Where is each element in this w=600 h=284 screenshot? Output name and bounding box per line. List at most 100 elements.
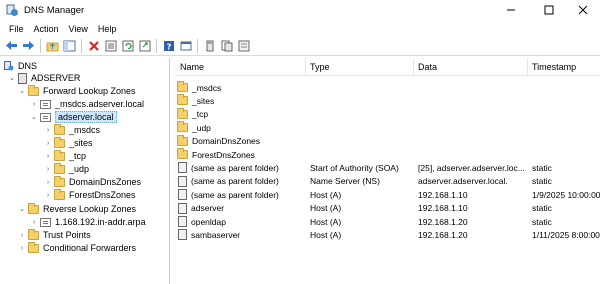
list-item-folder[interactable]: ForestDnsZones xyxy=(176,148,600,161)
tree-item-udp[interactable]: › _udp xyxy=(44,162,89,175)
console-icon[interactable] xyxy=(179,39,193,53)
chevron-right-icon[interactable]: › xyxy=(18,244,26,252)
cell-timestamp xyxy=(532,81,600,94)
tree-item-sites[interactable]: › _sites xyxy=(44,136,93,149)
list-item-folder[interactable]: _udp xyxy=(176,121,600,134)
menu-action[interactable]: Action xyxy=(29,24,64,34)
chevron-right-icon[interactable]: › xyxy=(30,100,38,108)
show-tree-icon[interactable] xyxy=(63,39,77,53)
column-header-timestamp[interactable]: Timestamp xyxy=(528,58,600,76)
chevron-down-icon[interactable]: ⌄ xyxy=(18,87,26,95)
tree-item-msdcs[interactable]: › _msdcs xyxy=(44,123,101,136)
svg-text:?: ? xyxy=(166,42,171,51)
chevron-right-icon[interactable]: › xyxy=(18,231,26,239)
console-tree: DNS ⌄ ADSERVER ⌄ Forward Lookup Zones › … xyxy=(0,58,170,284)
tree-item-server[interactable]: ⌄ ADSERVER xyxy=(8,72,80,84)
chevron-right-icon[interactable]: › xyxy=(44,152,52,160)
column-header-name[interactable]: Name xyxy=(176,58,306,76)
zone-icon xyxy=(40,217,51,227)
tree-label: _msdcs xyxy=(69,125,101,135)
close-button[interactable] xyxy=(566,0,600,20)
column-header-data[interactable]: Data xyxy=(414,58,528,76)
menu-file[interactable]: File xyxy=(4,24,29,34)
chevron-right-icon[interactable]: › xyxy=(30,218,38,226)
tree-item-conditional-forwarders[interactable]: › Conditional Forwarders xyxy=(18,241,137,254)
cell-data: 192.168.1.20 xyxy=(418,228,528,241)
list-item-folder[interactable]: _tcp xyxy=(176,107,600,121)
tree-label: ForestDnsZones xyxy=(69,190,136,200)
export-icon[interactable] xyxy=(138,39,152,53)
table-row[interactable]: adserver Host (A) 192.168.1.10 static xyxy=(176,202,600,215)
tree-label: Conditional Forwarders xyxy=(43,243,137,253)
list-item-folder[interactable]: _msdcs xyxy=(176,81,600,94)
folder-icon xyxy=(54,123,65,135)
chevron-down-icon[interactable]: ⌄ xyxy=(8,74,16,82)
cell-name: DomainDnsZones xyxy=(176,134,306,148)
properties-icon[interactable] xyxy=(104,39,118,53)
menu-view[interactable]: View xyxy=(64,24,93,34)
zone-icon[interactable] xyxy=(220,39,234,53)
chevron-down-icon[interactable]: ⌄ xyxy=(30,113,38,121)
help-icon[interactable]: ? xyxy=(162,39,176,53)
dns-record-icon xyxy=(178,162,187,174)
cell-name-text: _sites xyxy=(192,95,215,106)
cell-type-text: Host (A) xyxy=(310,229,342,240)
record-icon[interactable] xyxy=(237,39,251,53)
delete-icon[interactable] xyxy=(87,39,101,53)
tree-label: Forward Lookup Zones xyxy=(43,86,136,96)
chevron-right-icon[interactable]: › xyxy=(44,178,52,186)
menu-help[interactable]: Help xyxy=(93,24,122,34)
cell-type: Host (A) xyxy=(310,215,414,228)
zone-icon xyxy=(40,112,51,122)
column-header-type[interactable]: Type xyxy=(306,58,414,76)
tree-item-tcp[interactable]: › _tcp xyxy=(44,149,86,162)
cell-timestamp xyxy=(532,135,600,148)
folder-icon xyxy=(54,162,65,174)
folder-icon xyxy=(28,202,39,214)
table-row[interactable]: sambaserver Host (A) 192.168.1.20 1/11/2025… xyxy=(176,228,600,241)
cell-timestamp-text: static xyxy=(532,162,552,173)
tree-label-selected: adserver.local xyxy=(55,111,117,123)
server-icon[interactable] xyxy=(203,39,217,53)
maximize-button[interactable] xyxy=(532,0,566,20)
cell-timestamp-text: 1/9/2025 10:00:00 xyxy=(532,189,600,200)
cell-timestamp-text: static xyxy=(532,216,552,227)
table-row[interactable]: (same as parent folder) Name Server (NS) a… xyxy=(176,175,600,188)
tree-item-forestdnszones[interactable]: › ForestDnsZones xyxy=(44,188,136,201)
tree-item-forward-lookup-zones[interactable]: ⌄ Forward Lookup Zones xyxy=(18,84,136,97)
chevron-right-icon[interactable]: › xyxy=(44,139,52,147)
tree-item-dns[interactable]: DNS xyxy=(4,60,37,72)
chevron-right-icon[interactable]: › xyxy=(44,126,52,134)
folder-icon xyxy=(177,148,188,159)
cell-timestamp: static xyxy=(532,161,600,174)
minimize-button[interactable] xyxy=(494,0,528,20)
table-row[interactable]: (same as parent folder) Host (A) 192.168.1… xyxy=(176,188,600,201)
chevron-right-icon[interactable]: › xyxy=(44,165,52,173)
list-item-folder[interactable]: DomainDnsZones xyxy=(176,134,600,148)
tree-item-reverse-lookup-zones[interactable]: ⌄ Reverse Lookup Zones xyxy=(18,202,136,215)
cell-name-text: adserver xyxy=(191,203,225,214)
tree-item-adserver-zone[interactable]: ⌄ adserver.local xyxy=(30,111,117,123)
cell-type: Host (A) xyxy=(310,188,414,201)
tree-item-msdcs-zone[interactable]: › _msdcs.adserver.local xyxy=(30,98,144,110)
forward-arrow-icon[interactable] xyxy=(22,39,36,53)
cell-data: adserver.adserver.local. xyxy=(418,175,528,188)
back-arrow-icon[interactable] xyxy=(5,39,19,53)
cell-data xyxy=(418,121,528,134)
up-folder-icon[interactable] xyxy=(46,39,60,53)
dns-record-icon xyxy=(178,189,187,201)
cell-timestamp: static xyxy=(532,215,600,228)
tree-item-domaindnszones[interactable]: › DomainDnsZones xyxy=(44,175,141,188)
chevron-down-icon[interactable]: ⌄ xyxy=(18,205,26,213)
table-row[interactable]: (same as parent folder) Start of Authorit… xyxy=(176,161,600,174)
cell-type-text: Host (A) xyxy=(310,203,342,214)
chevron-right-icon[interactable]: › xyxy=(44,191,52,199)
cell-data-text: 192.168.1.20 xyxy=(418,229,468,240)
list-item-folder[interactable]: _sites xyxy=(176,94,600,107)
table-row[interactable]: openldap Host (A) 192.168.1.20 static xyxy=(176,215,600,228)
tree-item-trust-points[interactable]: › Trust Points xyxy=(18,228,91,241)
cell-type-text: Name Server (NS) xyxy=(310,176,380,187)
cell-name: openldap xyxy=(176,215,306,228)
tree-item-reverse-zone[interactable]: › 1.168.192.in-addr.arpa xyxy=(30,216,146,228)
refresh-icon[interactable] xyxy=(121,39,135,53)
